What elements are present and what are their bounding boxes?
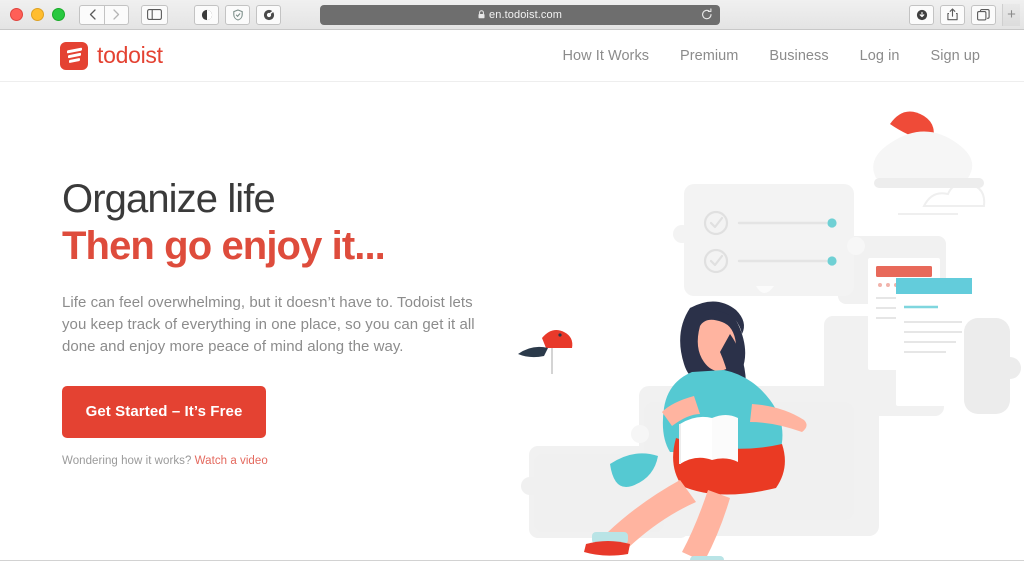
- site-navigation: How It Works Premium Business Log in Sig…: [563, 48, 981, 64]
- bird-icon: [518, 330, 573, 374]
- url-text-wrapper: en.todoist.com: [478, 9, 562, 21]
- site-logo[interactable]: todoist: [60, 41, 163, 70]
- nav-item-sign-up[interactable]: Sign up: [930, 48, 980, 64]
- hero-headline-primary: Organize life: [62, 177, 276, 221]
- document-card-teal: [896, 278, 972, 406]
- close-window-button[interactable]: [10, 8, 23, 21]
- back-button[interactable]: [79, 4, 104, 25]
- site-header: todoist How It Works Premium Business Lo…: [0, 30, 1024, 82]
- address-bar[interactable]: en.todoist.com: [320, 4, 720, 26]
- nav-item-business[interactable]: Business: [769, 48, 828, 64]
- ghostery-icon[interactable]: [194, 4, 219, 25]
- browser-toolbar: en.todoist.com +: [0, 0, 1024, 30]
- cta-subtext: Wondering how it works? Watch a video: [62, 455, 502, 467]
- share-icon[interactable]: [940, 4, 965, 25]
- lock-icon: [478, 10, 485, 19]
- maximize-window-button[interactable]: [52, 8, 65, 21]
- adblock-icon[interactable]: [256, 4, 281, 25]
- shoe-1: [584, 541, 630, 556]
- nav-item-log-in[interactable]: Log in: [860, 48, 900, 64]
- window-controls: [0, 8, 65, 21]
- sock-2: [690, 556, 724, 560]
- task-dot-1: [827, 218, 837, 228]
- logo-wordmark: todoist: [97, 42, 163, 68]
- get-started-button[interactable]: Get Started – It’s Free: [62, 385, 266, 438]
- forward-button[interactable]: [104, 4, 129, 25]
- nav-item-premium[interactable]: Premium: [680, 48, 738, 64]
- hero-copy: Organize life Then go enjoy it... Life c…: [62, 177, 502, 467]
- woman-reading-illustration: [518, 111, 1021, 560]
- new-tab-button[interactable]: +: [1002, 3, 1020, 26]
- cta-subtext-prefix: Wondering how it works?: [62, 454, 195, 467]
- sidebar-icon[interactable]: [141, 4, 168, 25]
- shield-icon[interactable]: [225, 4, 250, 25]
- puzzle-block-right: [964, 318, 1021, 414]
- browser-window: en.todoist.com + todoist How It Works Pr…: [0, 0, 1024, 561]
- extensions-toolbar-group: [194, 4, 281, 25]
- checklist-card: [673, 184, 865, 296]
- downloads-icon[interactable]: [909, 4, 934, 25]
- hero-illustration: [494, 82, 1024, 560]
- tabs-overview-icon[interactable]: [971, 4, 996, 25]
- minimize-window-button[interactable]: [31, 8, 44, 21]
- toolbar-right-group: [909, 4, 996, 25]
- watch-a-video-link[interactable]: Watch a video: [195, 455, 268, 467]
- url-text: en.todoist.com: [489, 8, 562, 21]
- task-dot-2: [827, 256, 837, 266]
- cloud-white-shape: [873, 131, 973, 178]
- todoist-logo-icon: [60, 41, 88, 70]
- new-tab-label: +: [1007, 6, 1016, 23]
- book-icon: [679, 415, 738, 464]
- reload-icon[interactable]: [701, 7, 713, 26]
- hero-section: Organize life Then go enjoy it... Life c…: [0, 82, 1024, 560]
- hero-paragraph: Life can feel overwhelming, but it doesn…: [62, 294, 475, 355]
- nav-item-how-it-works[interactable]: How It Works: [563, 48, 650, 64]
- hero-headline-secondary: Then go enjoy it...: [62, 224, 386, 269]
- navigation-buttons: [79, 4, 129, 25]
- page-viewport: todoist How It Works Premium Business Lo…: [0, 30, 1024, 561]
